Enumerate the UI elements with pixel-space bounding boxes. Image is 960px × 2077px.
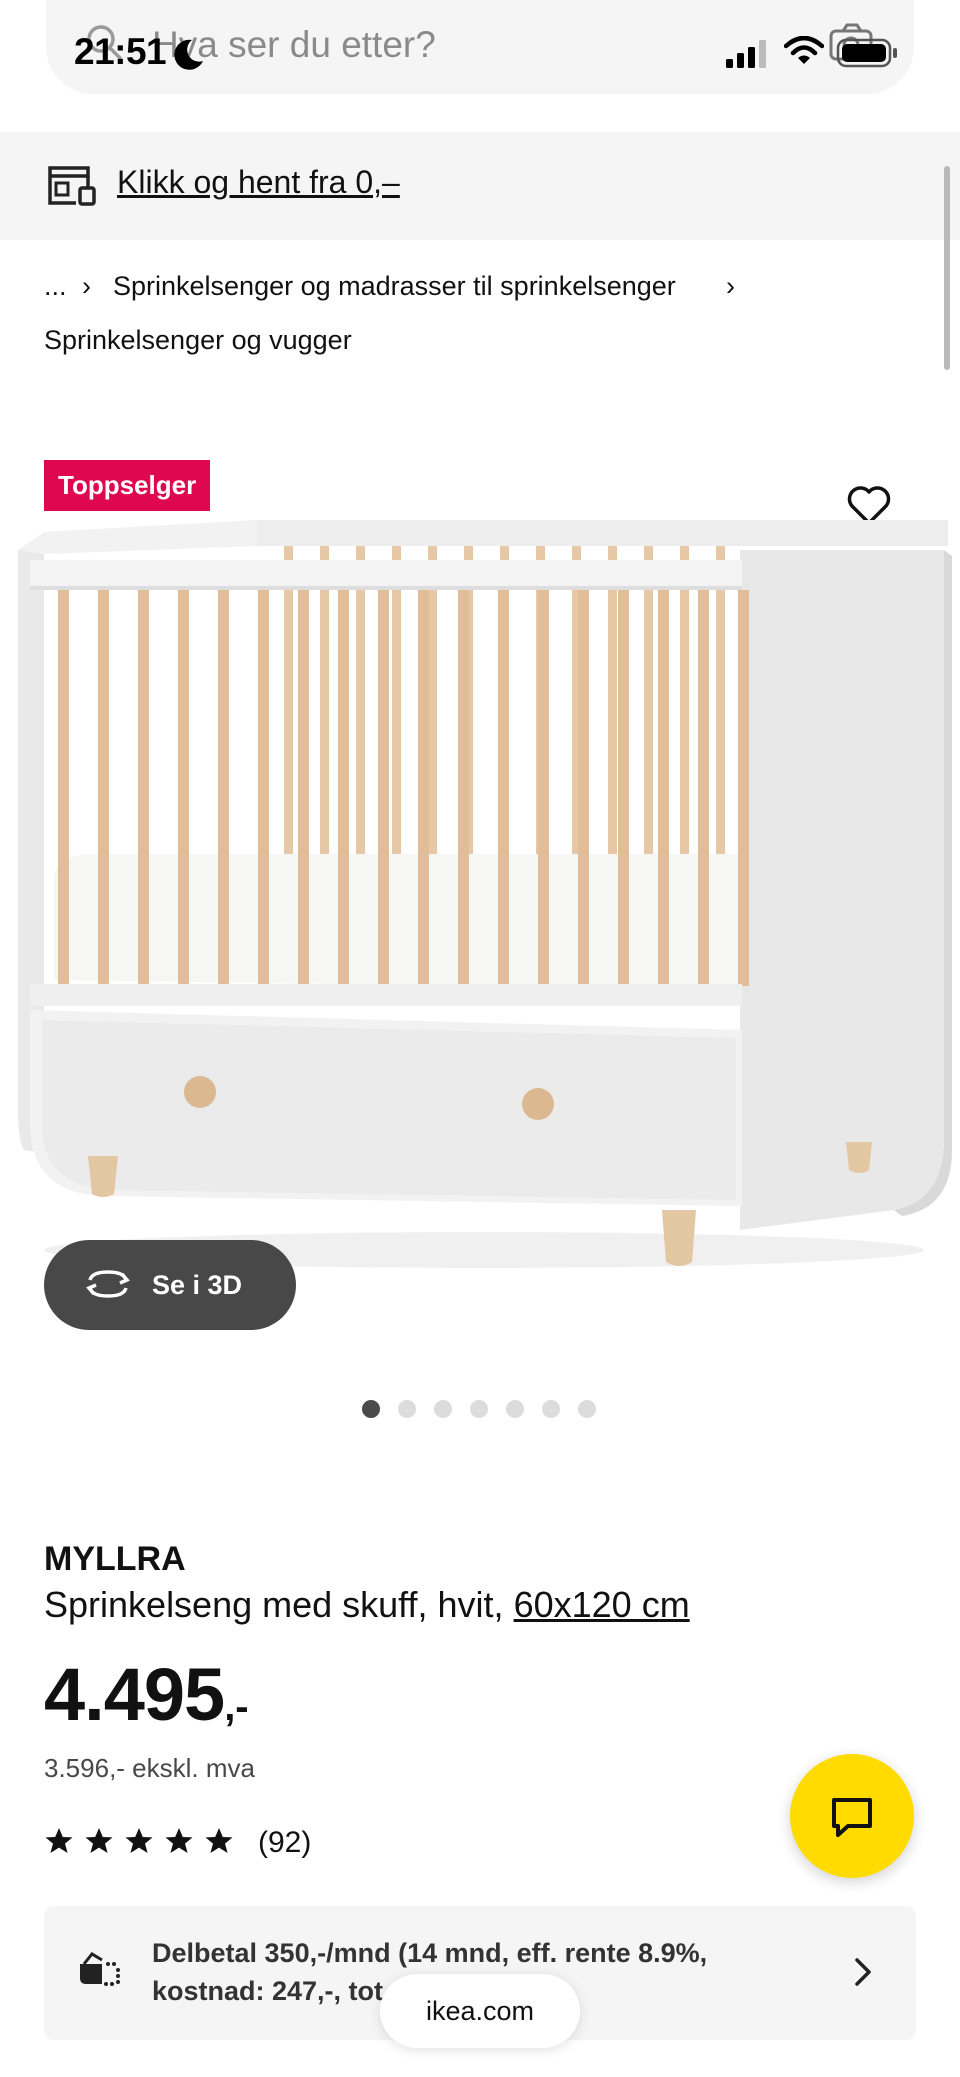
breadcrumb-ellipsis[interactable]: ... <box>44 266 67 306</box>
chevron-right-icon: › <box>82 271 91 301</box>
financing-line-2: kostnad: 247,-, tot <box>152 1976 384 2006</box>
star-icon <box>84 1826 114 1861</box>
product-size-link[interactable]: 60x120 cm <box>514 1584 690 1625</box>
breadcrumb-item-level3[interactable]: Sprinkelsenger og vugger <box>44 320 352 360</box>
star-icon <box>164 1826 194 1861</box>
browser-url-bar[interactable]: ikea.com <box>380 1974 580 2048</box>
see-in-3d-button[interactable]: Se i 3D <box>44 1240 296 1330</box>
chat-icon <box>830 1796 874 1843</box>
star-icon <box>204 1826 234 1861</box>
product-image[interactable] <box>14 510 954 1285</box>
store-icon <box>46 164 98 211</box>
click-collect-link[interactable]: Klikk og hent fra 0,– <box>117 160 400 204</box>
scrollbar[interactable] <box>944 166 950 370</box>
rating-stars[interactable] <box>44 1826 244 1861</box>
carousel-dot[interactable] <box>506 1400 524 1418</box>
product-description-text: Sprinkelseng med skuff, hvit, <box>44 1584 504 1625</box>
wifi-icon <box>783 35 825 71</box>
financing-line-1: Delbetal 350,-/mnd (14 mnd, eff. rente 8… <box>152 1938 708 1968</box>
carousel-dot[interactable] <box>542 1400 560 1418</box>
price: 4.495,- <box>44 1650 249 1761</box>
rating-count[interactable]: (92) <box>258 1822 311 1864</box>
breadcrumb-item-level2[interactable]: Sprinkelsenger og madrasser til sprinkel… <box>113 266 676 306</box>
rotate-3d-icon <box>84 1268 132 1305</box>
top-seller-badge: Toppselger <box>44 460 211 511</box>
star-icon <box>44 1826 74 1861</box>
star-icon <box>124 1826 154 1861</box>
browser-url: ikea.com <box>425 1996 535 2026</box>
carousel-dot[interactable] <box>398 1400 416 1418</box>
carousel-dot[interactable] <box>470 1400 488 1418</box>
chevron-right-icon: › <box>726 271 735 301</box>
moon-icon <box>170 37 206 78</box>
carousel-dot[interactable] <box>578 1400 596 1418</box>
see-in-3d-label: Se i 3D <box>152 1270 243 1300</box>
carousel-dot[interactable] <box>362 1400 380 1418</box>
product-description: Sprinkelseng med skuff, hvit, 60x120 cm <box>44 1580 690 1630</box>
price-value: 4.495 <box>44 1653 225 1736</box>
image-carousel-dots[interactable] <box>362 1400 602 1422</box>
carousel-dot[interactable] <box>434 1400 452 1418</box>
signal-icon <box>726 40 770 73</box>
battery-icon <box>836 38 898 73</box>
price-suffix: ,- <box>224 1685 249 1729</box>
chevron-right-icon <box>852 1956 874 1993</box>
product-name: MYLLRA <box>44 1540 186 1578</box>
status-time: 21:51 <box>74 31 167 72</box>
installment-icon <box>76 1948 122 1995</box>
chat-button[interactable] <box>790 1754 914 1878</box>
price-ex-vat: 3.596,- ekskl. mva <box>44 1753 255 1783</box>
